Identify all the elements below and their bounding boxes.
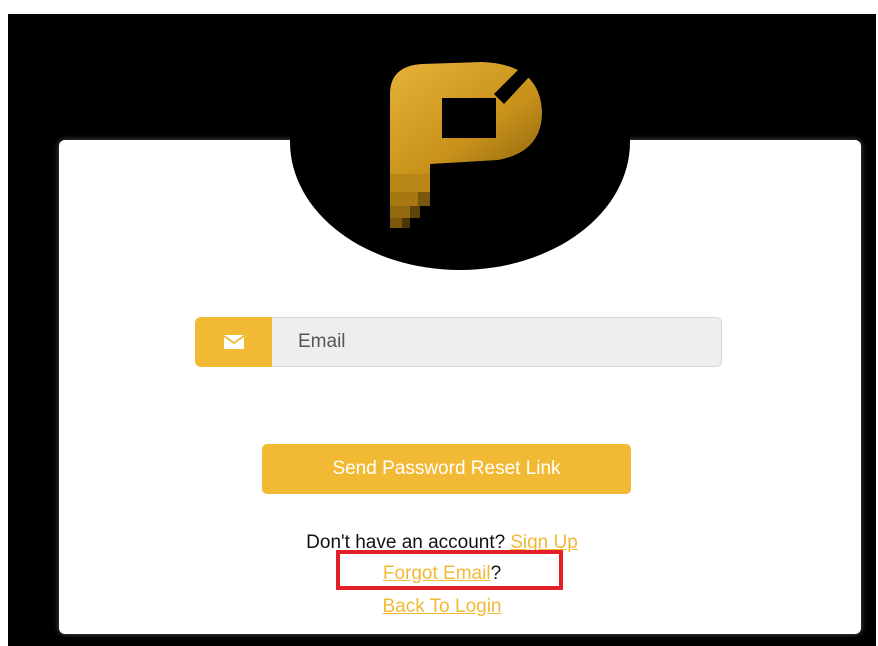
back-to-login-link[interactable]: Back To Login — [382, 596, 501, 617]
page-background: Send Password Reset Link Don't have an a… — [8, 14, 876, 646]
back-to-login-line: Back To Login — [8, 596, 876, 618]
email-field[interactable] — [272, 317, 722, 367]
highlight-box — [336, 550, 563, 590]
send-password-reset-button[interactable]: Send Password Reset Link — [262, 444, 631, 494]
brand-logo-icon — [390, 62, 542, 228]
envelope-icon — [195, 317, 272, 367]
email-input-group — [195, 317, 722, 367]
